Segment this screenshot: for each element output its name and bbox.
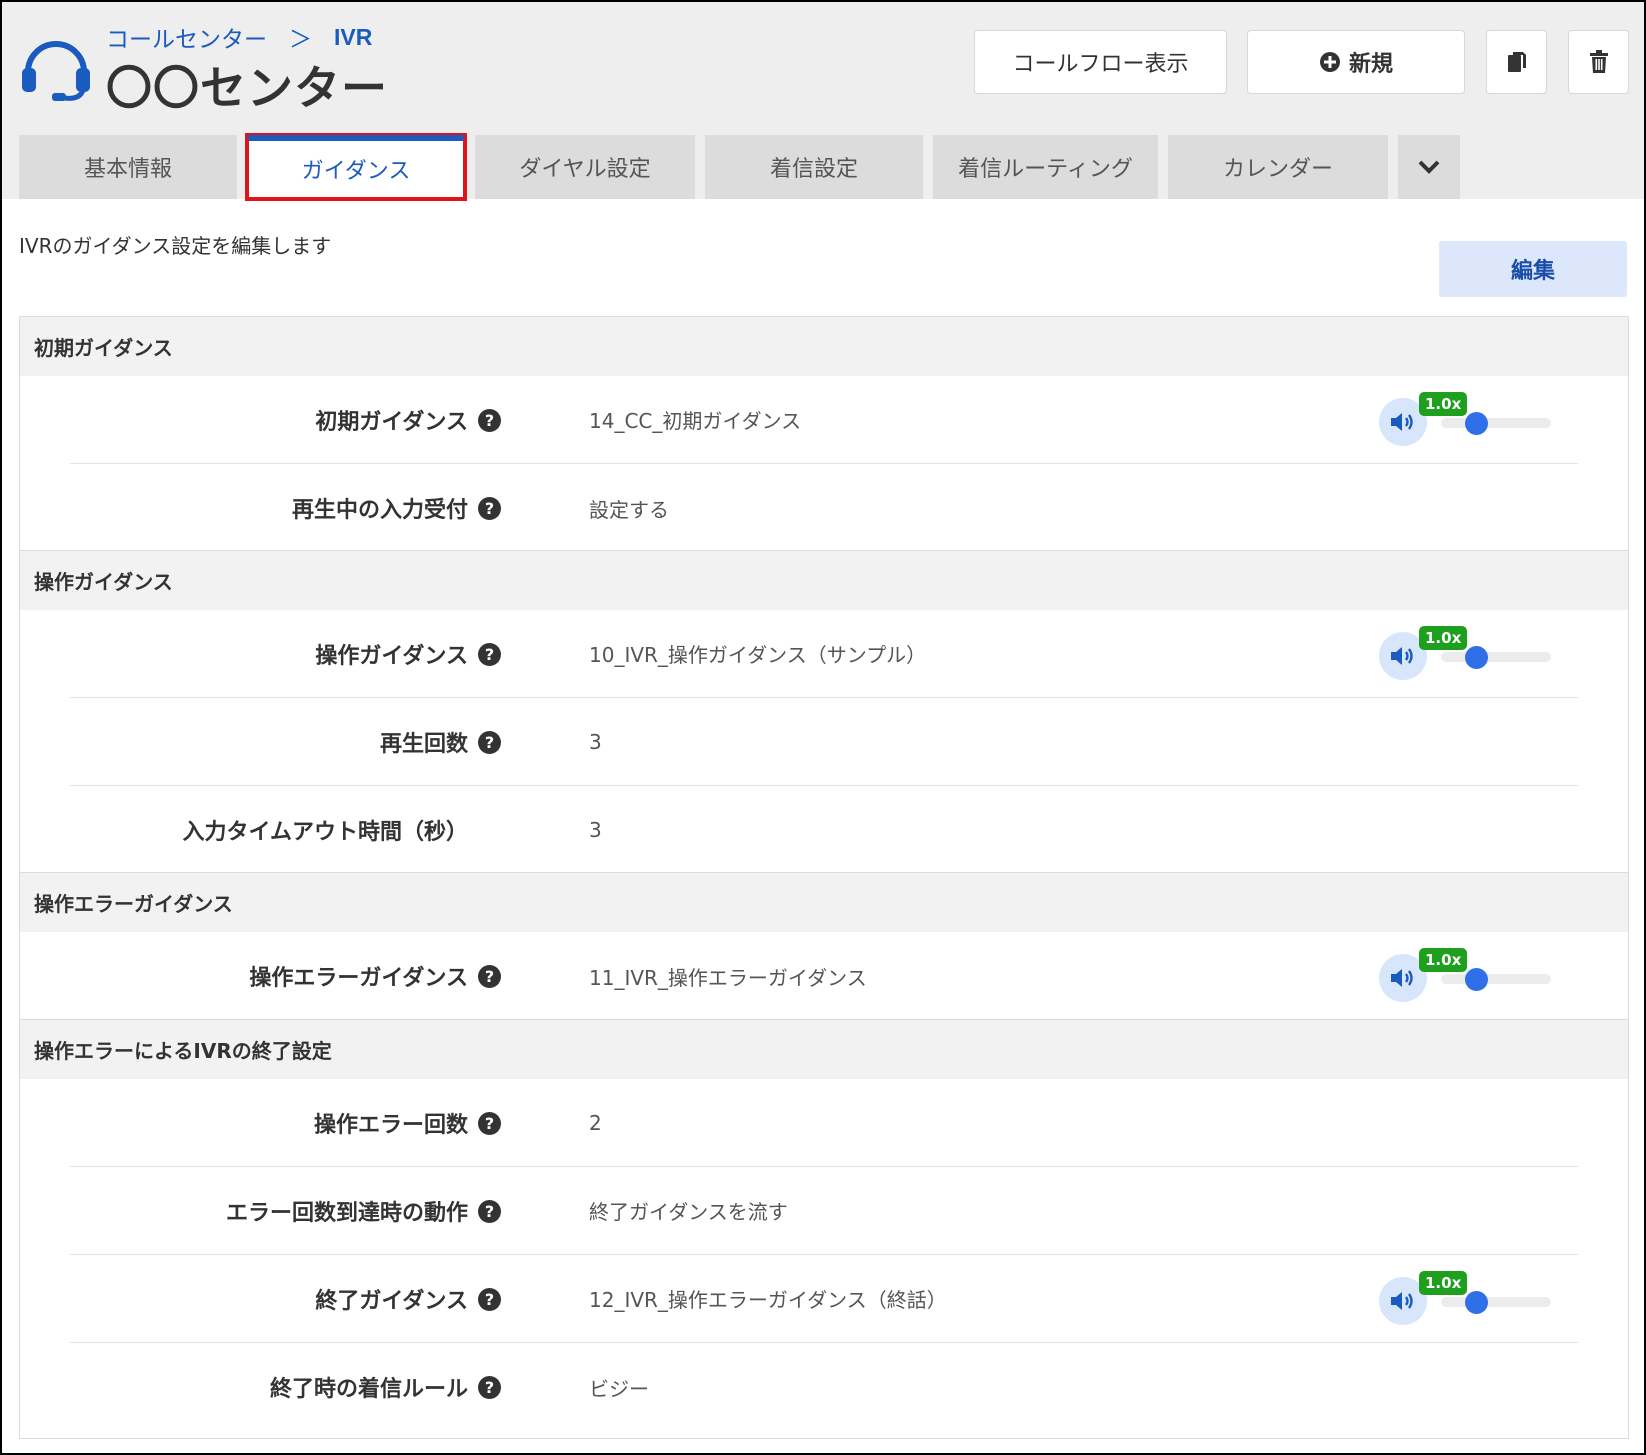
- tab-label: 着信設定: [769, 157, 858, 182]
- tab-dial-settings[interactable]: ダイヤル設定: [475, 135, 695, 199]
- audio-player: 1.0x: [1379, 626, 1559, 682]
- setting-row: 操作ガイダンス ? 10_IVR_操作ガイダンス（サンプル） 1.0x: [70, 610, 1578, 698]
- volume-slider-handle[interactable]: [1465, 646, 1488, 669]
- volume-slider-track[interactable]: [1441, 652, 1551, 662]
- new-button-label: 新規: [1348, 52, 1393, 77]
- setting-label: 初期ガイダンス: [315, 409, 468, 435]
- copy-icon: [1507, 52, 1526, 72]
- breadcrumb-item-callcenter[interactable]: コールセンター: [106, 20, 267, 54]
- setting-row: 再生中の入力受付 ? 設定する: [70, 464, 1578, 552]
- setting-row: 操作エラーガイダンス ? 11_IVR_操作エラーガイダンス 1.0x: [70, 932, 1578, 1020]
- setting-row: エラー回数到達時の動作 ? 終了ガイダンスを流す: [70, 1167, 1578, 1255]
- audio-player: 1.0x: [1379, 392, 1559, 448]
- setting-label: 終了時の着信ルール: [269, 1377, 468, 1402]
- headset-icon: [22, 41, 90, 101]
- help-icon[interactable]: ?: [478, 497, 501, 520]
- help-icon[interactable]: ?: [478, 1200, 501, 1223]
- app-window: コールセンター ＞ IVR 〇〇センター コールフロー表示 新規 基本情報 ガイ…: [0, 0, 1646, 1455]
- tab-incoming-settings[interactable]: 着信設定: [705, 135, 923, 199]
- speaker-icon: [1391, 969, 1413, 987]
- volume-slider-track[interactable]: [1441, 418, 1551, 428]
- page-description: IVRのガイダンス設定を編集します: [19, 234, 332, 258]
- section-header-operation-error-guidance: 操作エラーガイダンス: [20, 873, 1628, 932]
- tab-label: 着信ルーティング: [958, 157, 1133, 182]
- help-icon[interactable]: ?: [478, 965, 501, 988]
- volume-slider-handle[interactable]: [1465, 968, 1488, 991]
- volume-slider-track[interactable]: [1441, 1297, 1551, 1307]
- tab-label: ガイダンス: [301, 159, 411, 184]
- setting-label: 再生中の入力受付: [291, 498, 468, 523]
- setting-label: 終了ガイダンス: [315, 1288, 468, 1314]
- playback-speed-badge[interactable]: 1.0x: [1419, 626, 1468, 650]
- setting-label: 操作エラーガイダンス: [249, 966, 468, 991]
- tab-label: カレンダー: [1222, 157, 1333, 182]
- tab-label: ダイヤル設定: [519, 157, 651, 182]
- setting-value: 14_CC_初期ガイダンス: [589, 409, 802, 433]
- volume-slider-track[interactable]: [1441, 974, 1551, 984]
- page-title: 〇〇センター: [106, 61, 388, 115]
- help-icon[interactable]: ?: [478, 1376, 501, 1399]
- setting-row: 初期ガイダンス ? 14_CC_初期ガイダンス 1.0x: [70, 376, 1578, 464]
- speaker-icon: [1391, 647, 1413, 665]
- callflow-view-button[interactable]: コールフロー表示: [974, 30, 1227, 94]
- help-icon[interactable]: ?: [478, 643, 501, 666]
- setting-row: 操作エラー回数 ? 2: [70, 1079, 1578, 1167]
- help-icon[interactable]: ?: [478, 409, 501, 432]
- setting-value: 2: [589, 1110, 602, 1135]
- setting-label: 再生回数: [379, 731, 468, 757]
- setting-value: 終了ガイダンスを流す: [589, 1200, 788, 1224]
- trash-icon: [1589, 50, 1608, 73]
- setting-value: 設定する: [589, 497, 669, 522]
- playback-speed-badge[interactable]: 1.0x: [1419, 948, 1468, 972]
- volume-slider-handle[interactable]: [1465, 1291, 1488, 1314]
- setting-value: ビジー: [589, 1376, 649, 1401]
- setting-row: 再生回数 ? 3: [70, 698, 1578, 786]
- setting-label: 入力タイムアウト時間（秒）: [182, 820, 468, 845]
- delete-button[interactable]: [1568, 30, 1629, 94]
- section-header-operation-guidance: 操作ガイダンス: [20, 551, 1628, 610]
- setting-label: 操作ガイダンス: [315, 643, 468, 669]
- speaker-icon: [1391, 413, 1413, 431]
- tab-label: 基本情報: [83, 157, 172, 182]
- tab-bar: 基本情報 ガイダンス ダイヤル設定 着信設定 着信ルーティング カレンダー: [19, 133, 1470, 201]
- setting-value: 10_IVR_操作ガイダンス（サンプル）: [589, 643, 927, 667]
- setting-value: 3: [589, 818, 602, 842]
- help-icon[interactable]: ?: [478, 731, 501, 754]
- playback-speed-badge[interactable]: 1.0x: [1419, 1271, 1468, 1295]
- setting-label: エラー回数到達時の動作: [225, 1200, 468, 1226]
- guidance-settings-panel: 初期ガイダンス 初期ガイダンス ? 14_CC_初期ガイダンス 1.0x 再生中…: [19, 316, 1629, 1439]
- breadcrumb-separator: ＞: [289, 27, 312, 53]
- copy-button[interactable]: [1486, 30, 1547, 94]
- tab-basic-info[interactable]: 基本情報: [19, 135, 237, 199]
- setting-row: 入力タイムアウト時間（秒） 3: [70, 786, 1578, 874]
- setting-row: 終了時の着信ルール ? ビジー: [70, 1343, 1578, 1431]
- speaker-icon: [1391, 1292, 1413, 1310]
- help-icon[interactable]: ?: [478, 1112, 501, 1135]
- breadcrumb: コールセンター ＞ IVR: [106, 20, 372, 54]
- edit-button[interactable]: 編集: [1439, 241, 1627, 297]
- audio-player: 1.0x: [1379, 1271, 1559, 1327]
- setting-row: 終了ガイダンス ? 12_IVR_操作エラーガイダンス（終話） 1.0x: [70, 1255, 1578, 1343]
- setting-value: 11_IVR_操作エラーガイダンス: [589, 965, 867, 990]
- edit-button-label: 編集: [1510, 259, 1555, 284]
- plus-circle-icon: [1319, 52, 1340, 72]
- setting-value: 3: [589, 729, 602, 754]
- volume-slider-handle[interactable]: [1465, 412, 1488, 435]
- breadcrumb-item-ivr[interactable]: IVR: [334, 24, 372, 51]
- audio-player: 1.0x: [1379, 948, 1559, 1004]
- tab-more-dropdown[interactable]: [1398, 135, 1460, 199]
- playback-speed-badge[interactable]: 1.0x: [1419, 392, 1468, 416]
- page-header: コールセンター ＞ IVR 〇〇センター コールフロー表示 新規 基本情報 ガイ…: [2, 2, 1644, 201]
- section-header-initial-guidance: 初期ガイダンス: [20, 317, 1628, 376]
- tab-guidance[interactable]: ガイダンス: [245, 133, 467, 201]
- section-header-ivr-termination: 操作エラーによるIVRの終了設定: [20, 1020, 1628, 1079]
- help-icon[interactable]: ?: [478, 1288, 501, 1311]
- setting-value: 12_IVR_操作エラーガイダンス（終話）: [589, 1288, 947, 1312]
- setting-label: 操作エラー回数: [313, 1112, 468, 1138]
- new-button[interactable]: 新規: [1247, 30, 1465, 94]
- tab-incoming-routing[interactable]: 着信ルーティング: [933, 135, 1158, 199]
- chevron-down-icon: [1418, 160, 1440, 174]
- callflow-view-label: コールフロー表示: [1012, 52, 1189, 77]
- tab-calendar[interactable]: カレンダー: [1168, 135, 1388, 199]
